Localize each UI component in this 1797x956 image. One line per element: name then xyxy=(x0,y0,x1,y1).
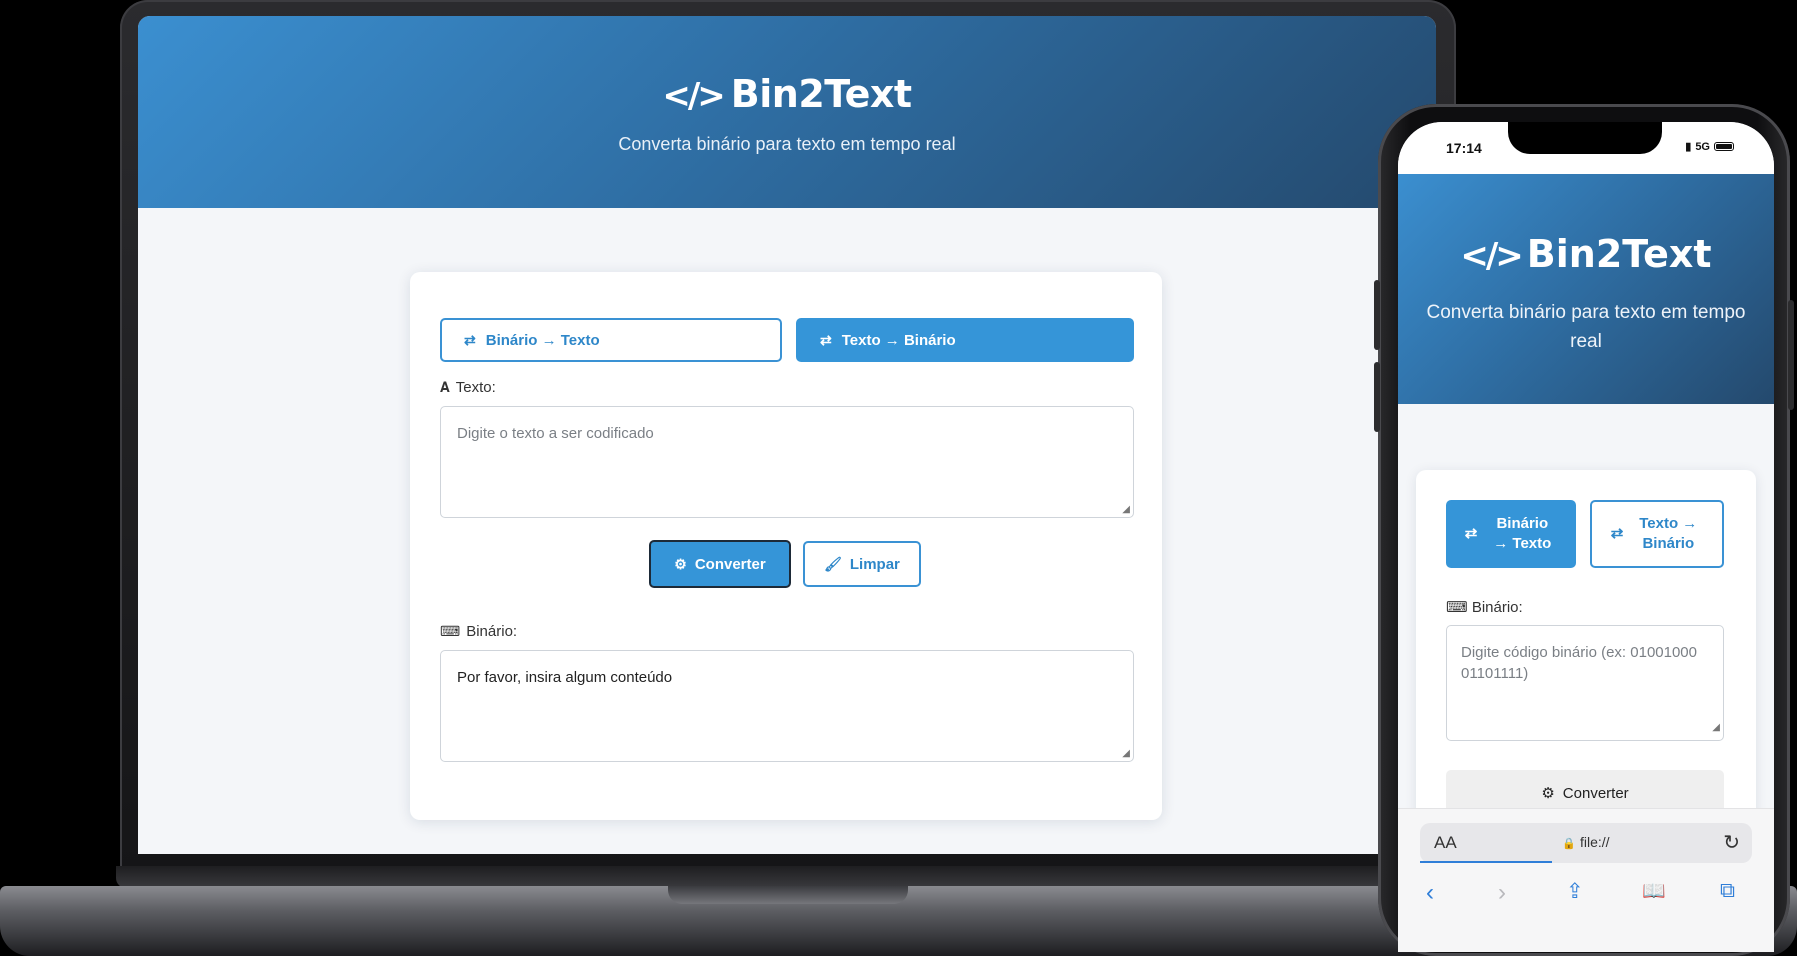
text-input-area[interactable]: Digite o texto a ser codificado ◢ xyxy=(440,406,1134,518)
keyboard-icon: ⌨ xyxy=(440,623,461,639)
clear-button[interactable]: 🖌 Limpar xyxy=(803,541,921,587)
code-icon: </> xyxy=(662,76,725,116)
bookmarks-icon[interactable]: 📖 xyxy=(1642,879,1666,903)
tab-text-to-binary[interactable]: ⇄ Texto → Binário xyxy=(796,318,1134,362)
resize-grip-icon[interactable]: ◢ xyxy=(1122,748,1130,759)
swap-icon: ⇄ xyxy=(1610,525,1624,542)
broom-icon: 🖌 xyxy=(824,555,842,572)
swap-icon: ⇄ xyxy=(1464,525,1478,542)
keyboard-icon: ⌨ xyxy=(1446,599,1468,616)
mobile-tab-label: Binário → Texto xyxy=(1493,515,1552,552)
resize-grip-icon[interactable]: ◢ xyxy=(1712,717,1720,738)
status-bar: 17:14 ▮ 5G xyxy=(1398,122,1774,174)
binary-output-value: Por favor, insira algum conteúdo xyxy=(457,669,673,686)
input-label-text: Texto: xyxy=(455,379,496,396)
converter-card: ⇄ Binário → Texto ⇄ Texto → Binário 𝐀 Te… xyxy=(410,272,1162,820)
url-value: file:// xyxy=(1580,834,1610,850)
input-label: 𝐀 Texto: xyxy=(440,379,496,396)
convert-button[interactable]: ⚙ Converter xyxy=(649,540,791,588)
mobile-input-label: ⌨ Binário: xyxy=(1446,598,1523,616)
browser-nav-bar: ‹ › ⇪ 📖 ⧉ xyxy=(1398,875,1774,915)
tab-binary-to-text[interactable]: ⇄ Binário → Texto xyxy=(440,318,782,362)
phone-volume-up-button xyxy=(1374,280,1380,350)
battery-icon xyxy=(1714,142,1734,151)
phone-volume-down-button xyxy=(1374,362,1380,432)
tab-label: Texto → Binário xyxy=(841,331,956,349)
phone-screen: 17:14 ▮ 5G </> Bin2Text Converta binário … xyxy=(1398,122,1774,952)
clear-button-label: Limpar xyxy=(849,555,900,573)
text-input-placeholder: Digite o texto a ser codificado xyxy=(457,425,654,442)
output-label: ⌨ Binário: xyxy=(440,623,517,640)
back-icon[interactable]: ‹ xyxy=(1426,879,1434,907)
status-time: 17:14 xyxy=(1446,140,1482,156)
lock-icon: 🔒 xyxy=(1562,838,1577,850)
mobile-convert-button-label: Converter xyxy=(1562,784,1629,802)
hero-banner: </> Bin2Text Converta binário para texto … xyxy=(138,16,1436,208)
signal-icon: ▮ xyxy=(1685,141,1692,153)
laptop-trackpad-notch xyxy=(668,886,908,904)
code-icon: </> xyxy=(1460,236,1523,276)
reload-icon[interactable]: ↻ xyxy=(1723,830,1740,855)
page-load-progress xyxy=(1420,861,1552,863)
mobile-tab-binary-to-text[interactable]: ⇄ Binário → Texto xyxy=(1446,500,1576,568)
app-subtitle: Converta binário para texto em tempo rea… xyxy=(618,134,956,154)
convert-button-label: Converter xyxy=(694,555,766,573)
address-bar[interactable]: AA 🔒 file:// ↻ xyxy=(1420,823,1752,863)
status-indicators: ▮ 5G xyxy=(1685,140,1734,153)
gears-icon: ⚙ xyxy=(674,555,687,572)
app-title: </> Bin2Text xyxy=(138,72,1436,116)
app-title-text: Bin2Text xyxy=(730,72,912,116)
mobile-tab-label: Texto → Binário xyxy=(1639,515,1698,552)
browser-toolbar: AA 🔒 file:// ↻ ‹ › ⇪ 📖 ⧉ xyxy=(1398,808,1774,952)
mobile-binary-input-placeholder: Digite código binário (ex: 01001000 0110… xyxy=(1461,644,1697,682)
dynamic-island xyxy=(1508,122,1662,154)
swap-icon: ⇄ xyxy=(464,331,476,348)
mobile-hero-banner: </> Bin2Text Converta binário para texto … xyxy=(1398,174,1774,404)
network-label: 5G xyxy=(1695,140,1710,153)
forward-icon[interactable]: › xyxy=(1498,879,1506,907)
share-icon[interactable]: ⇪ xyxy=(1566,879,1584,904)
address-text: 🔒 file:// xyxy=(1420,834,1752,850)
mobile-app-title: </> Bin2Text xyxy=(1398,232,1774,276)
resize-grip-icon[interactable]: ◢ xyxy=(1122,504,1130,515)
tab-label: Binário → Texto xyxy=(485,331,600,349)
swap-icon: ⇄ xyxy=(820,331,832,348)
mobile-binary-input-area[interactable]: Digite código binário (ex: 01001000 0110… xyxy=(1446,625,1724,741)
output-label-text: Binário: xyxy=(466,623,518,640)
binary-output-area[interactable]: Por favor, insira algum conteúdo ◢ xyxy=(440,650,1134,762)
font-icon: 𝐀 xyxy=(440,379,450,395)
mobile-app-title-text: Bin2Text xyxy=(1526,232,1712,276)
mobile-input-label-text: Binário: xyxy=(1471,599,1523,616)
phone-side-button xyxy=(1788,300,1794,410)
laptop-hinge xyxy=(116,866,1496,888)
mobile-app-subtitle: Converta binário para texto em tempo rea… xyxy=(1426,302,1746,352)
mobile-tab-text-to-binary[interactable]: ⇄ Texto → Binário xyxy=(1590,500,1724,568)
tabs-icon[interactable]: ⧉ xyxy=(1720,879,1735,903)
laptop-screen: </> Bin2Text Converta binário para texto … xyxy=(138,16,1436,854)
device-mockup-stage: </> Bin2Text Converta binário para texto … xyxy=(0,0,1797,956)
gears-icon: ⚙ xyxy=(1541,785,1555,802)
